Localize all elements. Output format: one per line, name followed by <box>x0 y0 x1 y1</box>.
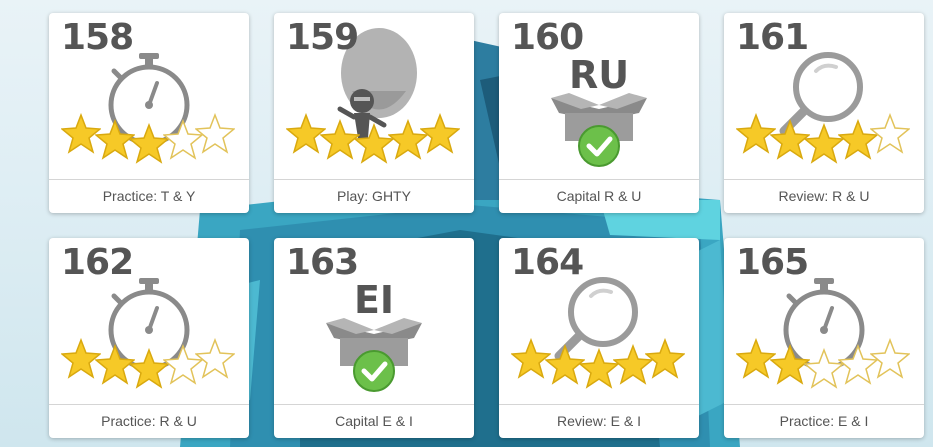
level-label: Review: E & I <box>556 413 642 429</box>
level-label: Practice: R & U <box>101 413 197 429</box>
star-rating <box>736 113 916 164</box>
star-icon <box>420 113 460 154</box>
level-label: Play: GHTY <box>337 188 411 204</box>
box-check-icon <box>551 93 647 167</box>
level-label: Capital E & I <box>335 413 413 429</box>
level-card-161[interactable]: 161 Review: R & U <box>724 13 924 213</box>
level-card-158[interactable]: 158 Practice: T & Y <box>49 13 249 213</box>
level-card-160[interactable]: 160 RU Capital R & U <box>499 13 699 213</box>
level-card-165[interactable]: 165 Practice: E & I <box>724 238 924 438</box>
box-check-icon <box>326 318 422 392</box>
level-grid: 158 Practice: T & Y 159 Play: GHTY 160 R… <box>0 0 933 447</box>
level-card-163[interactable]: 163 EI Capital E & I <box>274 238 474 438</box>
star-rating <box>61 113 241 164</box>
star-empty-icon <box>870 338 910 379</box>
star-empty-icon <box>195 113 235 154</box>
level-label: Practice: E & I <box>779 413 869 429</box>
star-rating <box>61 338 241 389</box>
level-label: Capital R & U <box>556 188 642 204</box>
star-empty-icon <box>195 338 235 379</box>
level-card-162[interactable]: 162 Practice: R & U <box>49 238 249 438</box>
star-rating <box>286 113 466 164</box>
star-empty-icon <box>870 113 910 154</box>
level-card-164[interactable]: 164 Review: E & I <box>499 238 699 438</box>
level-label: Practice: T & Y <box>102 188 196 204</box>
level-label: Review: R & U <box>778 188 870 204</box>
star-rating <box>511 338 691 389</box>
star-icon <box>645 338 685 379</box>
level-card-159[interactable]: 159 Play: GHTY <box>274 13 474 213</box>
star-rating <box>736 338 916 389</box>
level-number: 159 <box>286 17 359 58</box>
